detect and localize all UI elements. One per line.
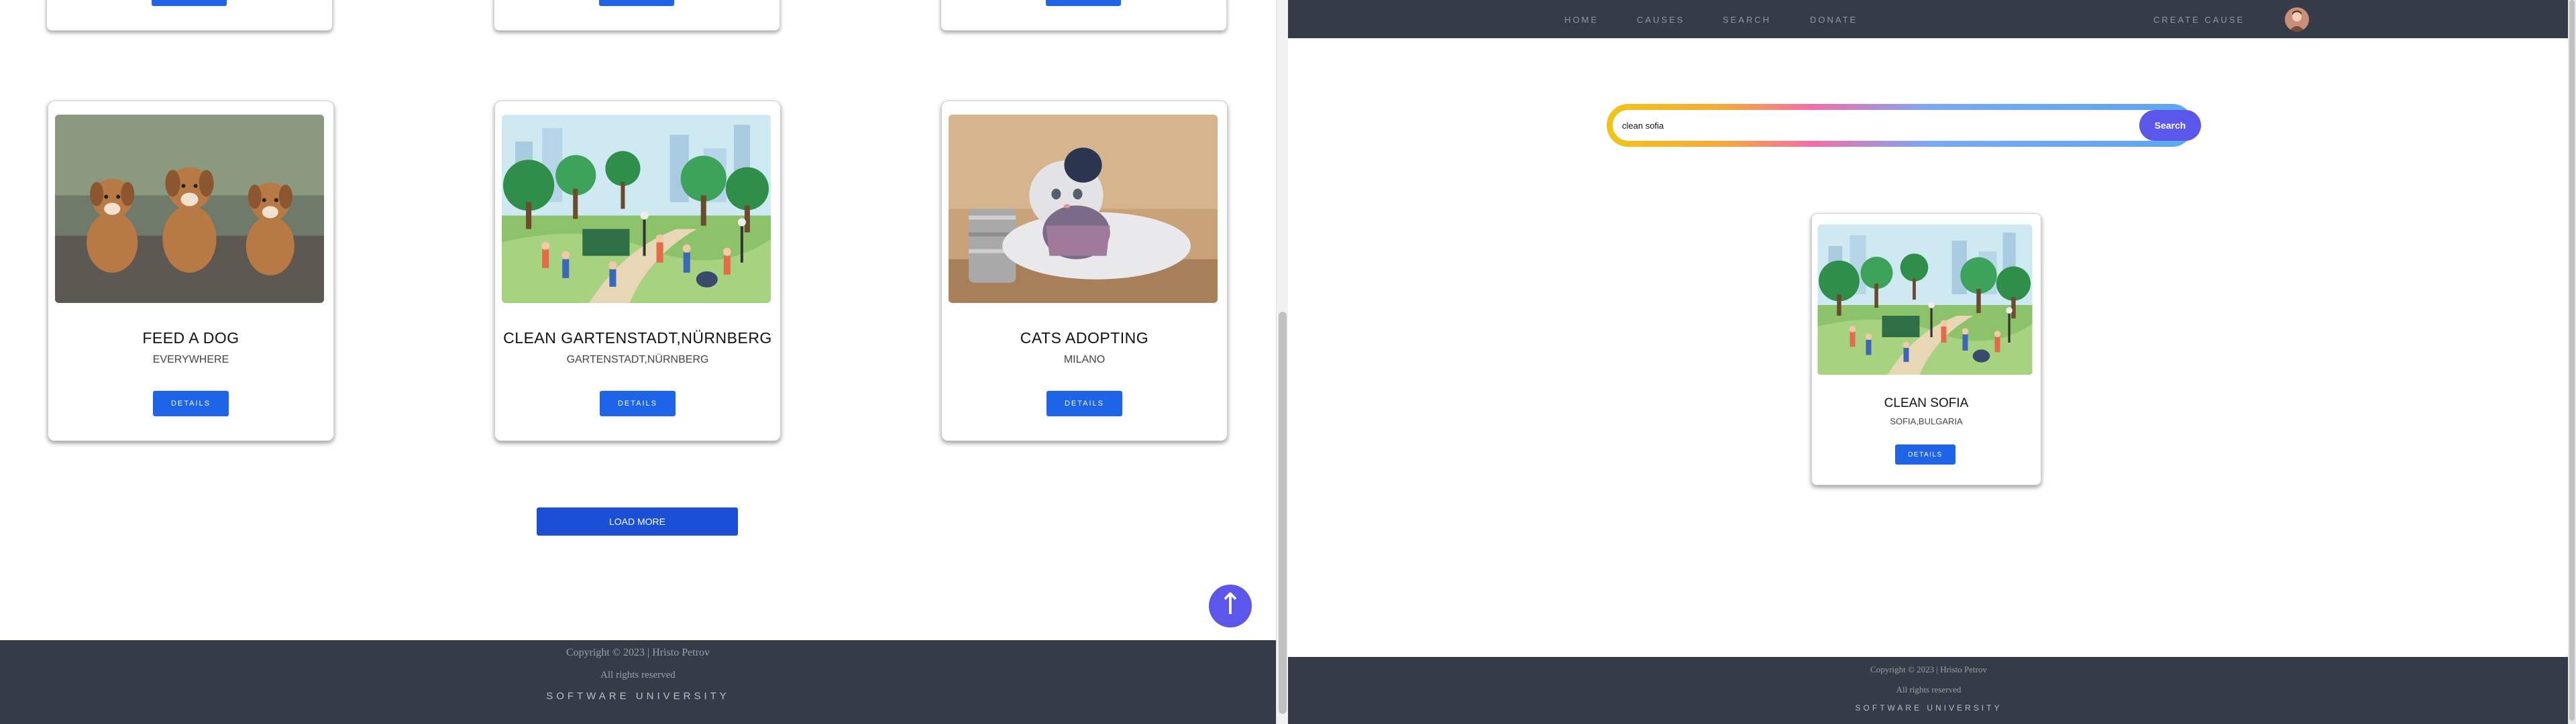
scrollbar[interactable] <box>1276 0 1288 724</box>
scrollbar[interactable] <box>2568 0 2576 724</box>
load-more-button[interactable]: LOAD MORE <box>537 507 738 536</box>
cause-location: GARTENSTADT,NÜRNBERG <box>566 354 709 365</box>
details-button[interactable]: DETAILS <box>600 391 676 416</box>
footer: Copyright © 2023 | Hristo Petrov All rig… <box>1288 657 2569 724</box>
cause-location: MILANO <box>1063 354 1106 365</box>
details-button-partial[interactable] <box>1046 0 1121 6</box>
details-button[interactable]: DETAILS <box>1046 391 1122 416</box>
footer-copyright: Copyright © 2023 | Hristo Petrov <box>566 647 710 658</box>
footer-brand: SOFTWARE UNIVERSITY <box>1855 703 2002 713</box>
cause-image-cat <box>949 115 1218 303</box>
nav-search[interactable]: SEARCH <box>1723 15 1771 25</box>
scrollbar-thumb[interactable] <box>1279 312 1287 714</box>
search-input[interactable] <box>1622 115 2145 135</box>
details-button[interactable]: DETAILS <box>153 391 229 416</box>
search-button[interactable]: Search <box>2139 110 2201 141</box>
details-button[interactable]: DETAILS <box>1895 444 1955 465</box>
cause-title: CATS ADOPTING <box>1020 329 1149 347</box>
cause-card: FEED A DOG EVERYWHERE DETAILS <box>48 101 334 441</box>
nav-donate[interactable]: DONATE <box>1810 15 1858 25</box>
cause-image-puppies <box>55 115 324 303</box>
cause-title: CLEAN SOFIA <box>1884 396 1969 410</box>
user-avatar-icon <box>2285 7 2309 32</box>
details-button-partial[interactable] <box>152 0 227 6</box>
cause-card: CLEAN GARTENSTADT,NÜRNBERG GARTENSTADT,N… <box>494 101 781 441</box>
cause-image-park <box>502 115 771 303</box>
right-browser-window: HOME CAUSES SEARCH DONATE CREATE CAUSE S… <box>1288 0 2576 724</box>
navbar: HOME CAUSES SEARCH DONATE CREATE CAUSE <box>1288 0 2569 38</box>
cause-card-partial <box>494 0 780 31</box>
footer-brand: SOFTWARE UNIVERSITY <box>546 690 730 702</box>
search-result-card: CLEAN SOFIA SOFIA,BULGARIA DETAILS <box>1811 213 2041 485</box>
cause-card-partial <box>941 0 1227 31</box>
nav-causes[interactable]: CAUSES <box>1637 15 1684 25</box>
cause-title: CLEAN GARTENSTADT,NÜRNBERG <box>503 329 772 347</box>
footer: Copyright © 2023 | Hristo Petrov All rig… <box>0 640 1276 724</box>
nav-create-cause[interactable]: CREATE CAUSE <box>2153 15 2245 25</box>
details-button-partial[interactable] <box>599 0 674 6</box>
cause-location: EVERYWHERE <box>152 354 229 365</box>
cause-title: FEED A DOG <box>142 329 239 347</box>
scroll-to-top-button[interactable]: ↑ <box>1209 585 1252 627</box>
search-bar: Search <box>1607 104 2201 147</box>
cause-location: SOFIA,BULGARIA <box>1890 416 1963 426</box>
nav-home[interactable]: HOME <box>1564 15 1599 25</box>
scrollbar-thumb[interactable] <box>2569 0 2575 721</box>
avatar[interactable] <box>2285 7 2309 32</box>
footer-copyright: Copyright © 2023 | Hristo Petrov <box>1870 664 1987 674</box>
footer-rights: All rights reserved <box>1896 684 1962 695</box>
arrow-up-icon: ↑ <box>1218 587 1243 621</box>
cause-card-partial <box>46 0 333 31</box>
footer-rights: All rights reserved <box>600 670 676 680</box>
cause-card: CATS ADOPTING MILANO DETAILS <box>941 101 1228 441</box>
search-field-container <box>1613 110 2188 141</box>
cause-image-park <box>1817 225 2033 375</box>
left-browser-window: FEED A DOG EVERYWHERE DETAILS CLEAN GART… <box>0 0 1288 724</box>
